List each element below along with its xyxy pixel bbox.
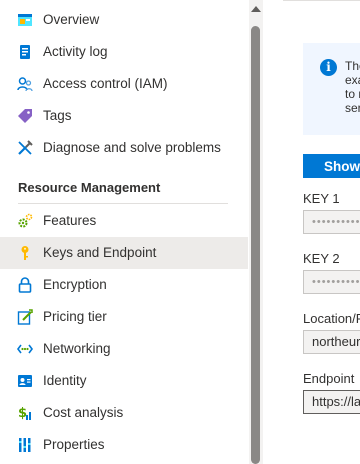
section-divider — [18, 203, 228, 204]
endpoint-label: Endpoint — [303, 371, 355, 386]
key-icon — [21, 246, 29, 260]
info-banner-text: The exa to r ser — [345, 59, 360, 115]
info-banner: i The exa to r ser — [303, 43, 360, 135]
location-label: Location/R — [303, 311, 360, 326]
diagnose-icon — [18, 140, 33, 155]
sidebar-item-diagnose[interactable]: Diagnose and solve problems — [0, 132, 248, 164]
keys-endpoint-content: i The exa to r ser Show KEY 1 ••••••••••… — [263, 0, 360, 464]
menu-scrollbar-thumb[interactable] — [251, 26, 260, 464]
sidebar-item-label: Keys and Endpoint — [43, 245, 157, 260]
endpoint-field[interactable]: https://la — [303, 390, 360, 414]
sidebar-item-label: Access control (IAM) — [43, 76, 168, 91]
info-line: to r — [345, 87, 360, 101]
sidebar-item-cost-analysis[interactable]: $ Cost analysis — [0, 397, 248, 429]
identity-icon — [18, 375, 32, 387]
networking-icon — [17, 344, 33, 354]
sidebar-item-tags[interactable]: Tags — [0, 100, 248, 132]
sidebar-item-access-control[interactable]: Access control (IAM) — [0, 68, 248, 100]
overview-icon — [18, 14, 32, 26]
sidebar-item-label: Properties — [43, 437, 105, 452]
key1-label: KEY 1 — [303, 191, 340, 206]
activity-log-icon — [20, 45, 30, 59]
header-divider — [283, 0, 360, 1]
sidebar-item-activity-log[interactable]: Activity log — [0, 36, 248, 68]
section-header-resource-management: Resource Management — [18, 180, 161, 195]
lock-icon — [18, 277, 32, 293]
tag-icon — [18, 109, 32, 123]
sidebar-item-label: Pricing tier — [43, 309, 107, 324]
info-line: The — [345, 59, 360, 73]
sidebar-item-label: Encryption — [43, 277, 107, 292]
sidebar-item-label: Overview — [43, 12, 100, 27]
sidebar-item-label: Cost analysis — [43, 405, 124, 420]
sidebar-item-label: Identity — [43, 373, 87, 388]
svg-text:$: $ — [18, 406, 27, 421]
location-field[interactable]: northeur — [303, 330, 360, 354]
key2-label: KEY 2 — [303, 251, 340, 266]
sidebar-item-identity[interactable]: Identity — [0, 365, 248, 397]
properties-icon — [19, 438, 31, 452]
sidebar-item-label: Diagnose and solve problems — [43, 140, 221, 155]
sidebar-item-properties[interactable]: Properties — [0, 429, 248, 461]
scroll-up-arrow-icon[interactable] — [251, 6, 261, 12]
features-icon — [18, 213, 33, 228]
sidebar-item-encryption[interactable]: Encryption — [0, 269, 248, 301]
sidebar-item-features[interactable]: Features — [0, 205, 248, 237]
info-line: exa — [345, 73, 360, 87]
pricing-tier-icon — [17, 309, 33, 325]
sidebar-item-networking[interactable]: Networking — [0, 333, 248, 365]
sidebar-item-label: Networking — [43, 341, 111, 356]
key1-field[interactable]: •••••••••• — [303, 210, 360, 234]
sidebar-item-label: Features — [43, 213, 97, 228]
info-line: ser — [345, 101, 360, 115]
show-keys-button[interactable]: Show — [303, 154, 360, 178]
resource-menu: Overview Activity log Access control (IA… — [0, 0, 249, 464]
cost-analysis-icon: $ — [18, 406, 31, 421]
info-icon: i — [320, 59, 337, 76]
access-control-icon — [17, 77, 33, 92]
sidebar-item-overview[interactable]: Overview — [0, 4, 248, 36]
sidebar-item-pricing-tier[interactable]: Pricing tier — [0, 301, 248, 333]
sidebar-item-label: Activity log — [43, 44, 108, 59]
sidebar-item-label: Tags — [43, 108, 72, 123]
key2-field[interactable]: •••••••••• — [303, 270, 360, 294]
sidebar-item-keys-and-endpoint[interactable]: Keys and Endpoint — [0, 237, 248, 269]
